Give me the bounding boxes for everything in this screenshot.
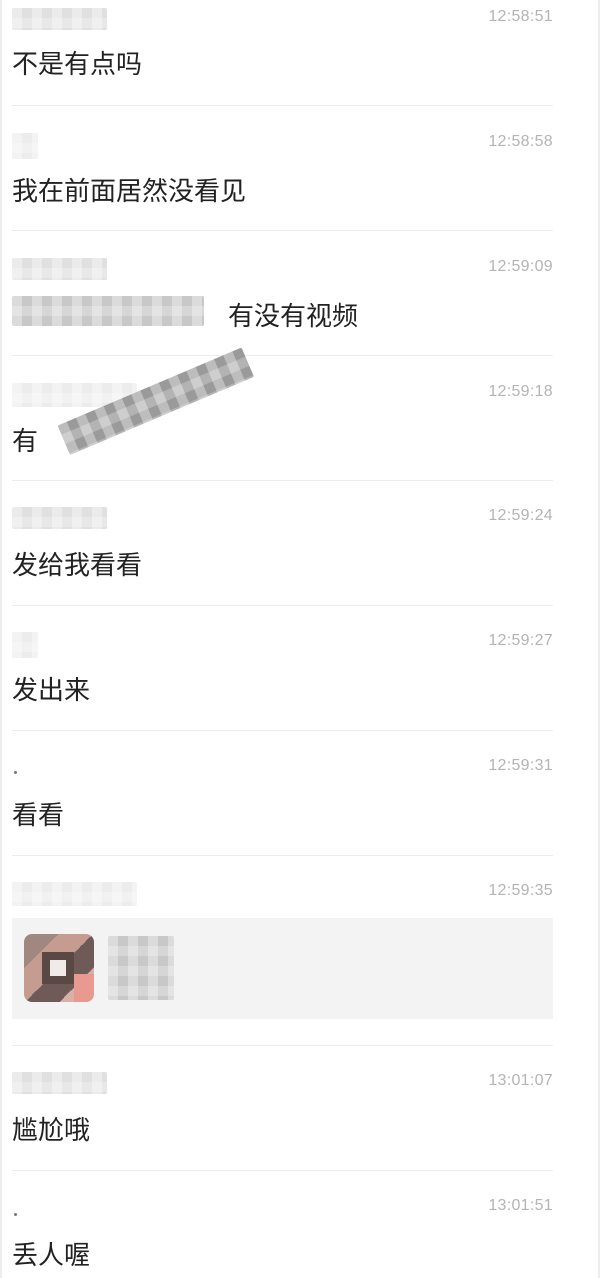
divider — [12, 1045, 553, 1046]
message-item[interactable]: 12:58:51 不是有点吗 — [12, 8, 553, 88]
message-text: 尴尬哦 — [12, 1116, 91, 1146]
message-item[interactable]: 12:59:24 发给我看看 — [12, 507, 553, 587]
divider — [12, 1170, 553, 1171]
message-text: 不是有点吗 — [12, 50, 143, 80]
message-time: 12:59:18 — [488, 383, 553, 400]
message-time: 12:59:35 — [488, 882, 553, 899]
message-text: 有没有视频 — [228, 302, 359, 332]
message-text: 发给我看看 — [12, 551, 143, 581]
message-text: 我在前面居然没看见 — [12, 177, 247, 207]
divider — [12, 230, 553, 231]
message-item[interactable]: 13:01:51 丢人喔 — [12, 1197, 553, 1277]
sender-name-redacted — [12, 1072, 107, 1094]
left-border — [0, 0, 2, 1278]
message-item[interactable]: 12:59:27 发出来 — [12, 632, 553, 712]
message-time: 12:58:51 — [488, 8, 553, 25]
divider — [12, 605, 553, 606]
message-item[interactable]: 12:59:09 有没有视频 — [12, 258, 553, 338]
message-time: 12:59:27 — [488, 632, 553, 649]
message-item[interactable]: 12:59:35 — [12, 882, 553, 1022]
message-item[interactable]: 12:59:18 有 — [12, 347, 553, 483]
divider — [12, 355, 553, 356]
message-item[interactable]: 12:58:58 我在前面居然没看见 — [12, 133, 553, 213]
divider — [12, 855, 553, 856]
card-title-redacted — [108, 936, 174, 1000]
mention-redacted — [12, 296, 204, 326]
message-time: 12:59:31 — [488, 757, 553, 774]
message-text: 发出来 — [12, 676, 91, 706]
sender-name-redacted — [12, 8, 107, 30]
message-time: 13:01:07 — [488, 1072, 553, 1089]
message-item[interactable]: 13:01:07 尴尬哦 — [12, 1072, 553, 1152]
message-time: 12:59:09 — [488, 258, 553, 275]
message-time: 12:59:24 — [488, 507, 553, 524]
sender-name-redacted — [12, 507, 107, 529]
sender-name-redacted — [14, 1213, 17, 1216]
shared-media-thumbnail-icon — [24, 934, 94, 1002]
message-text: 有 — [12, 427, 39, 457]
sender-name-redacted — [14, 771, 17, 774]
message-time: 12:58:58 — [488, 133, 553, 150]
divider — [12, 105, 553, 106]
divider — [12, 730, 553, 731]
sender-name-redacted — [12, 882, 137, 906]
sender-name-redacted — [12, 133, 38, 159]
message-time: 13:01:51 — [488, 1197, 553, 1214]
message-text: 丢人喔 — [12, 1241, 91, 1271]
shared-link-card[interactable] — [12, 918, 553, 1019]
message-text: 看看 — [12, 801, 65, 831]
sender-name-redacted — [12, 632, 38, 658]
divider — [12, 480, 553, 481]
message-item[interactable]: 12:59:31 看看 — [12, 757, 553, 837]
sender-name-redacted — [12, 258, 107, 280]
